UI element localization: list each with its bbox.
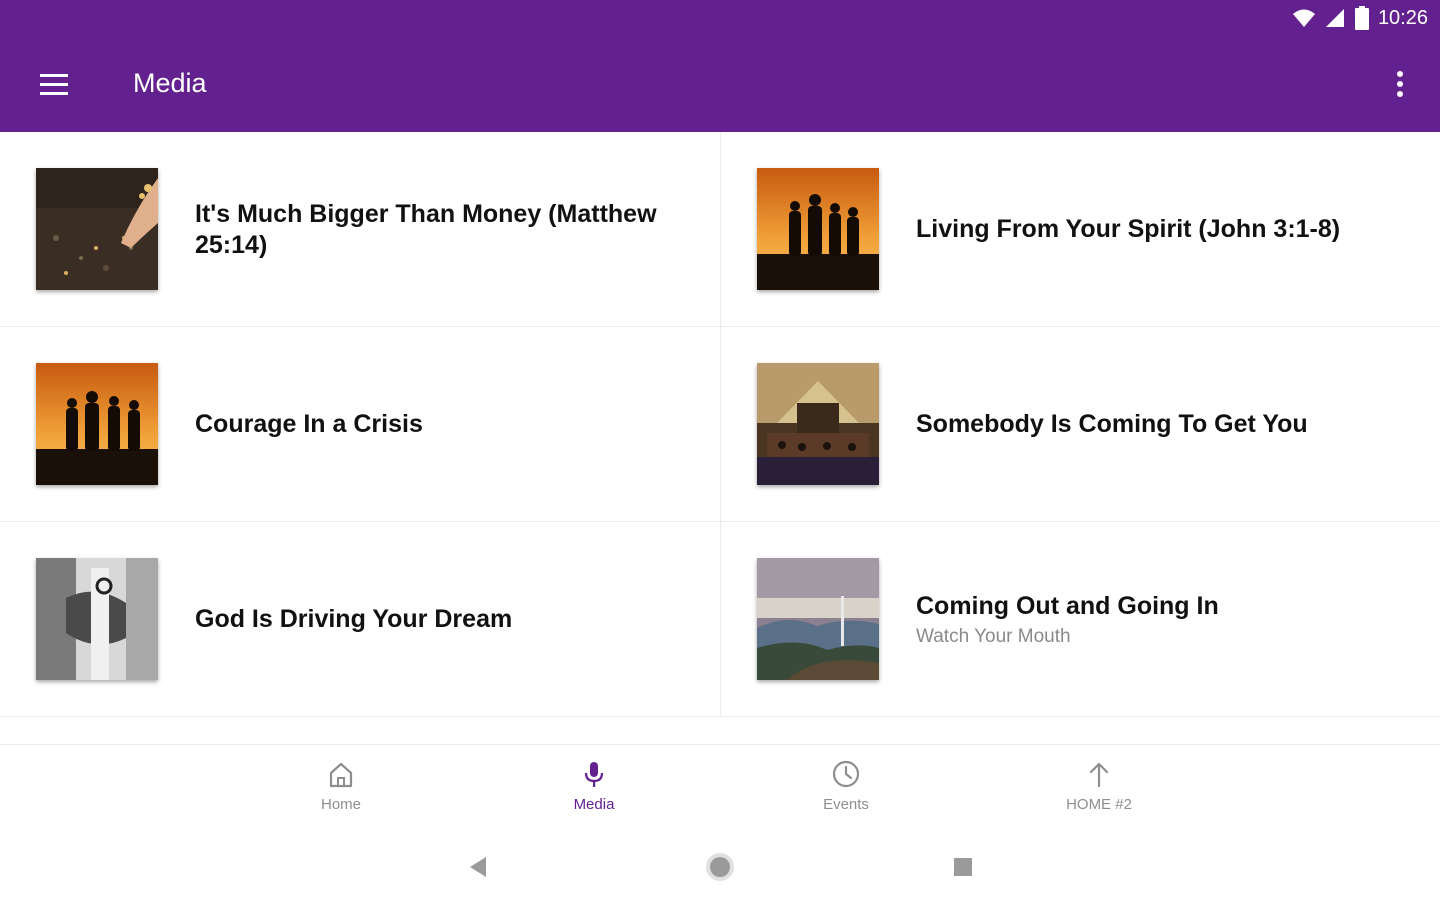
clock-icon bbox=[832, 760, 860, 788]
microphone-icon bbox=[584, 762, 604, 787]
media-item-title: God Is Driving Your Dream bbox=[195, 605, 513, 633]
media-item[interactable]: Living From Your Spirit (John 3:1-8) bbox=[720, 132, 1440, 327]
media-item-subtitle: Watch Your Mouth bbox=[916, 626, 1071, 647]
more-vert-icon bbox=[1397, 71, 1403, 97]
bottom-navigation: Home Media Events HOME #2 bbox=[0, 744, 1440, 835]
media-thumbnail bbox=[36, 363, 158, 485]
arrow-up-icon bbox=[1089, 762, 1109, 788]
media-item-text: Coming Out and Going In Watch Your Mouth bbox=[916, 522, 1410, 717]
media-item[interactable]: It's Much Bigger Than Money (Matthew 25:… bbox=[0, 132, 720, 327]
status-time: 10:26 bbox=[1377, 6, 1428, 29]
nav-item-events[interactable]: Events bbox=[786, 759, 906, 813]
media-thumbnail bbox=[36, 168, 158, 290]
media-thumbnail bbox=[757, 363, 879, 485]
media-item-text: Somebody Is Coming To Get You bbox=[916, 327, 1410, 522]
nav-label: HOME #2 bbox=[1066, 796, 1132, 813]
media-thumbnail bbox=[757, 558, 879, 680]
nav-item-home[interactable]: Home bbox=[281, 759, 401, 813]
nav-label: Events bbox=[823, 796, 869, 813]
media-item[interactable]: Somebody Is Coming To Get You bbox=[720, 327, 1440, 522]
home-icon bbox=[329, 762, 353, 788]
media-item[interactable]: Courage In a Crisis bbox=[0, 327, 720, 522]
media-item-text: Courage In a Crisis bbox=[195, 327, 690, 522]
media-item-title: Coming Out and Going In bbox=[916, 592, 1219, 620]
media-item[interactable]: God Is Driving Your Dream bbox=[0, 522, 720, 717]
battery-icon bbox=[1354, 6, 1369, 30]
app-bar: Media bbox=[0, 40, 1440, 132]
recents-icon bbox=[954, 858, 972, 876]
signal-icon bbox=[1325, 9, 1344, 27]
nav-label: Home bbox=[320, 796, 361, 813]
media-item-title: Somebody Is Coming To Get You bbox=[916, 410, 1308, 438]
media-item-text: It's Much Bigger Than Money (Matthew 25:… bbox=[195, 132, 690, 327]
home-circle-icon bbox=[706, 853, 734, 881]
media-item-text: Living From Your Spirit (John 3:1-8) bbox=[916, 132, 1410, 327]
menu-icon bbox=[40, 74, 68, 95]
media-item[interactable]: Coming Out and Going In Watch Your Mouth bbox=[720, 522, 1440, 717]
system-navigation bbox=[0, 834, 1440, 900]
back-button[interactable] bbox=[462, 851, 494, 883]
home-system-button[interactable] bbox=[704, 851, 736, 883]
wifi-icon bbox=[1292, 9, 1315, 27]
media-list: It's Much Bigger Than Money (Matthew 25:… bbox=[0, 132, 1440, 717]
media-thumbnail bbox=[36, 558, 158, 680]
status-bar: 10:26 bbox=[0, 0, 1440, 40]
more-options-button[interactable] bbox=[1388, 66, 1412, 106]
media-thumbnail bbox=[757, 168, 879, 290]
back-icon bbox=[470, 857, 486, 877]
media-item-text: God Is Driving Your Dream bbox=[195, 522, 690, 717]
nav-label: Media bbox=[573, 796, 615, 813]
media-item-title: Courage In a Crisis bbox=[195, 410, 423, 438]
media-item-title: Living From Your Spirit (John 3:1-8) bbox=[916, 215, 1341, 243]
nav-item-media[interactable]: Media bbox=[534, 759, 654, 813]
nav-item-home-2[interactable]: HOME #2 bbox=[1039, 759, 1159, 813]
recents-button[interactable] bbox=[947, 851, 979, 883]
status-icons: 10:26 bbox=[1292, 6, 1428, 30]
page-title: Media bbox=[133, 68, 207, 98]
menu-button[interactable] bbox=[36, 70, 72, 100]
media-item-title: It's Much Bigger Than Money (Matthew 25:… bbox=[195, 199, 657, 259]
